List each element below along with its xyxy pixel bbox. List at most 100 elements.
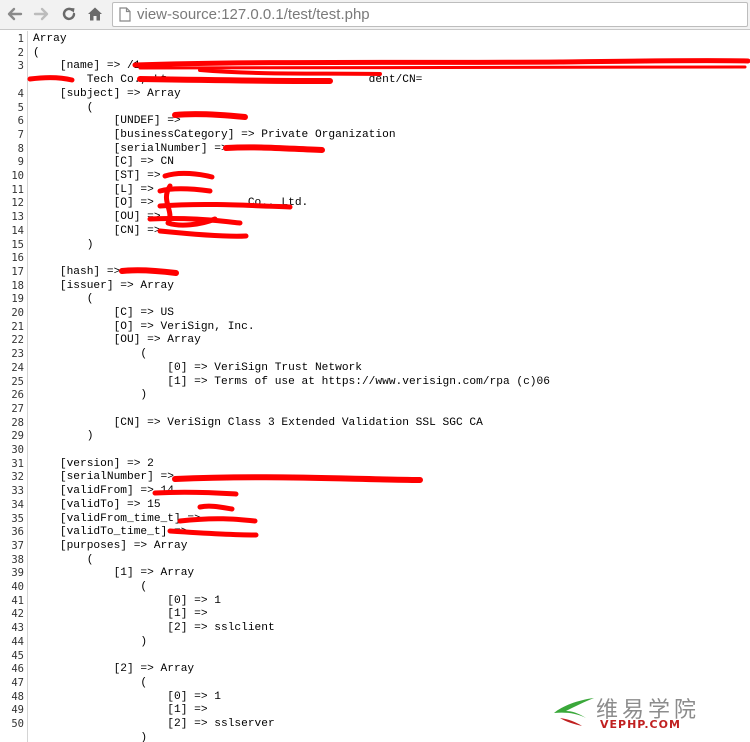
line-number: 22	[11, 334, 24, 347]
line-number: 26	[11, 389, 24, 402]
code-text: [serialNumber] =>	[33, 471, 174, 484]
source-line: 30	[0, 444, 750, 458]
code-text: Tech Co., Lt dent/CN=	[33, 74, 423, 87]
home-button[interactable]	[84, 3, 106, 25]
line-number: 18	[11, 279, 24, 292]
code-text: [validTo] => 15	[33, 498, 161, 511]
code-text: [OU] =>	[33, 211, 161, 224]
code-text: (	[33, 293, 94, 306]
line-number: 11	[11, 183, 24, 196]
source-line: 44 )	[0, 636, 750, 650]
line-number: 39	[11, 567, 24, 580]
source-line: 9 [C] => CN	[0, 156, 750, 170]
source-line: 28 [CN] => VeriSign Class 3 Extended Val…	[0, 417, 750, 431]
reload-button[interactable]	[58, 3, 80, 25]
vephp-watermark: 维易学院 VEPHP.COM	[552, 694, 732, 731]
home-icon	[88, 7, 102, 21]
line-number: 44	[11, 635, 24, 648]
line-number: 1	[17, 33, 24, 45]
code-text: [validTo_time_t] =>	[33, 526, 188, 539]
code-text: )	[33, 635, 148, 648]
source-line: 41 [0] => 1	[0, 595, 750, 609]
source-line: 45	[0, 650, 750, 664]
line-number: 47	[11, 676, 24, 689]
code-text: [CN] =>	[33, 224, 161, 237]
source-line: 23 (	[0, 348, 750, 362]
source-line: )	[0, 732, 750, 742]
line-number: 4	[17, 87, 24, 100]
reload-icon	[62, 7, 76, 21]
source-line: 24 [0] => VeriSign Trust Network	[0, 362, 750, 376]
browser-toolbar: view-source:127.0.0.1/test/test.php	[0, 0, 750, 30]
code-text: (	[33, 46, 40, 59]
code-text: [UNDEF] =>	[33, 115, 181, 128]
line-number: 5	[17, 101, 24, 114]
source-line: 7 [businessCategory] => Private Organiza…	[0, 129, 750, 143]
line-number: 36	[11, 526, 24, 539]
code-text: [C] => CN	[33, 156, 174, 169]
code-text: [0] => 1	[33, 690, 221, 703]
source-line: 13 [OU] =>	[0, 211, 750, 225]
address-bar[interactable]: view-source:127.0.0.1/test/test.php	[112, 2, 748, 27]
line-number: 37	[11, 539, 24, 552]
code-text: (	[33, 101, 94, 114]
source-line: 12 [O] => Co., Ltd.	[0, 197, 750, 211]
source-line: 38 (	[0, 554, 750, 568]
code-text: [businessCategory] => Private Organizati…	[33, 128, 396, 141]
code-text: [2] => sslserver	[33, 718, 275, 730]
line-number: 30	[11, 444, 24, 456]
code-text: [ST] =>	[33, 170, 161, 182]
source-line: 3 [name] => /1	[0, 60, 750, 74]
source-line: 46 [2] => Array	[0, 663, 750, 677]
line-number: 34	[11, 498, 24, 511]
source-line: 15 )	[0, 239, 750, 253]
source-line: 2(	[0, 47, 750, 61]
line-number: 19	[11, 293, 24, 306]
code-text: )	[33, 430, 94, 443]
source-line: 25 [1] => Terms of use at https://www.ve…	[0, 376, 750, 390]
line-number: 35	[11, 512, 24, 525]
source-line: 36 [validTo_time_t] =>	[0, 526, 750, 540]
line-number: 50	[11, 718, 24, 730]
code-text: [hash] =>	[33, 265, 121, 278]
source-line: 17 [hash] =>	[0, 266, 750, 280]
line-number: 3	[17, 60, 24, 73]
arrow-left-icon	[7, 7, 23, 21]
line-number: 27	[11, 402, 24, 415]
code-text: Array	[33, 33, 67, 45]
line-number: 31	[11, 457, 24, 470]
source-line: 20 [C] => US	[0, 307, 750, 321]
line-number: 10	[11, 170, 24, 182]
source-line: 29 )	[0, 430, 750, 444]
source-line: 40 (	[0, 581, 750, 595]
code-text: (	[33, 581, 148, 593]
forward-button[interactable]	[30, 3, 52, 25]
arrow-right-icon	[33, 7, 49, 21]
line-number: 46	[11, 663, 24, 676]
line-number: 48	[11, 690, 24, 703]
code-text: [purposes] => Array	[33, 539, 188, 552]
source-line: 16	[0, 252, 750, 266]
code-text: )	[33, 389, 148, 402]
code-text: )	[33, 238, 94, 251]
code-text: [0] => VeriSign Trust Network	[33, 361, 362, 374]
line-number: 23	[11, 348, 24, 361]
source-line: 22 [OU] => Array	[0, 334, 750, 348]
line-number: 6	[17, 115, 24, 128]
line-number: 42	[11, 608, 24, 621]
line-number: 12	[11, 197, 24, 210]
source-line: 34 [validTo] => 15	[0, 499, 750, 513]
line-number: 7	[17, 128, 24, 141]
code-text: [2] => sslclient	[33, 622, 275, 635]
back-button[interactable]	[4, 3, 26, 25]
line-number: 15	[11, 238, 24, 251]
source-line: 4 [subject] => Array	[0, 88, 750, 102]
code-text: [CN] => VeriSign Class 3 Extended Valida…	[33, 416, 483, 429]
line-number: 43	[11, 622, 24, 635]
source-line: 32 [serialNumber] =>	[0, 471, 750, 485]
line-number: 17	[11, 265, 24, 278]
code-text: )	[33, 731, 148, 742]
code-text: [2] => Array	[33, 663, 195, 676]
line-number: 49	[11, 704, 24, 717]
line-number: 20	[11, 307, 24, 319]
